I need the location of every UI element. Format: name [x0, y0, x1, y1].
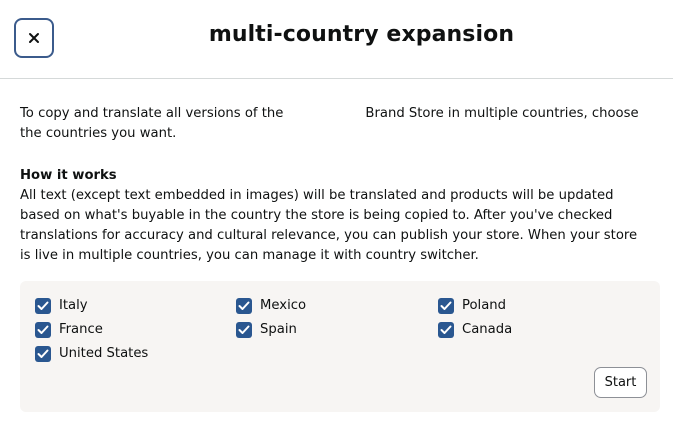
modal-header: multi-country expansion — [0, 0, 673, 79]
checkbox-checked-icon[interactable] — [35, 298, 51, 314]
how-it-works-heading: How it works — [20, 168, 117, 183]
intro-text: To copy and translate all versions of th… — [20, 104, 650, 144]
page-title: multi-country expansion — [208, 22, 515, 47]
checkbox-checked-icon[interactable] — [236, 298, 252, 314]
country-option-italy[interactable]: Italy — [35, 296, 88, 316]
country-label: France — [59, 322, 103, 337]
country-option-france[interactable]: France — [35, 320, 103, 340]
country-label: Canada — [462, 322, 513, 337]
checkbox-checked-icon[interactable] — [438, 322, 454, 338]
country-option-united-states[interactable]: United States — [35, 344, 148, 364]
country-label: Spain — [260, 322, 297, 337]
intro-text-start: To copy and translate all versions of th… — [20, 106, 284, 121]
start-button[interactable]: Start — [594, 367, 647, 398]
country-option-spain[interactable]: Spain — [236, 320, 297, 340]
how-it-works-body: All text (except text embedded in images… — [20, 188, 638, 263]
country-option-mexico[interactable]: Mexico — [236, 296, 306, 316]
country-label: Italy — [59, 298, 88, 313]
checkbox-checked-icon[interactable] — [35, 322, 51, 338]
country-selection-panel: Italy Mexico Poland France Spain Canada … — [20, 281, 660, 412]
checkbox-checked-icon[interactable] — [236, 322, 252, 338]
country-option-poland[interactable]: Poland — [438, 296, 506, 316]
country-label: Poland — [462, 298, 507, 313]
checkbox-checked-icon[interactable] — [438, 298, 454, 314]
checkbox-checked-icon[interactable] — [35, 346, 51, 362]
country-label: United States — [59, 346, 149, 361]
country-option-canada[interactable]: Canada — [438, 320, 512, 340]
country-label: Mexico — [260, 298, 307, 313]
